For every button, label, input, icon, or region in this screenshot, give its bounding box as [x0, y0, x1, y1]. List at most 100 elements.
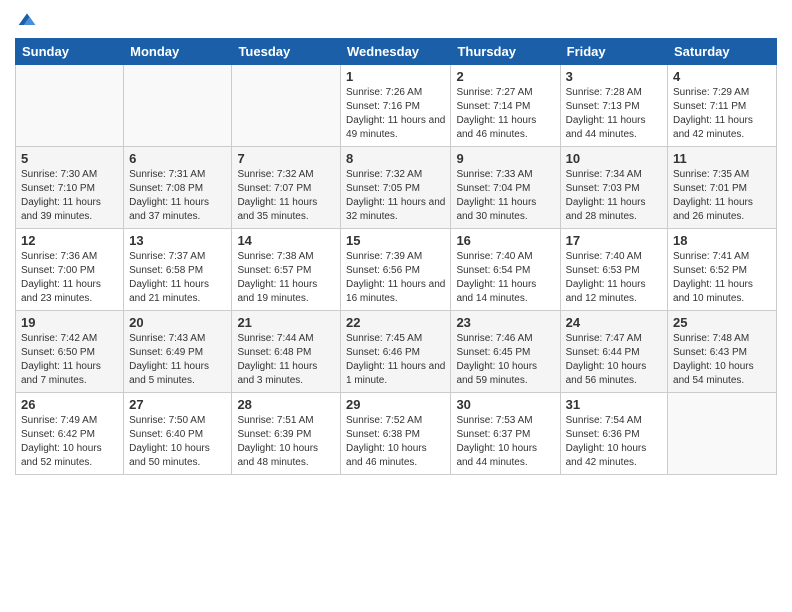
day-cell: 1Sunrise: 7:26 AM Sunset: 7:16 PM Daylig…: [341, 65, 451, 147]
day-number: 15: [346, 233, 445, 248]
day-cell: 25Sunrise: 7:48 AM Sunset: 6:43 PM Dayli…: [668, 311, 777, 393]
page: SundayMondayTuesdayWednesdayThursdayFrid…: [0, 0, 792, 612]
day-info: Sunrise: 7:47 AM Sunset: 6:44 PM Dayligh…: [566, 332, 662, 388]
day-cell: 28Sunrise: 7:51 AM Sunset: 6:39 PM Dayli…: [232, 393, 341, 475]
week-row-3: 12Sunrise: 7:36 AM Sunset: 7:00 PM Dayli…: [16, 229, 777, 311]
day-cell: 2 Sunrise: 7:27 AM Sunset: 7:14 PM Daylig…: [451, 65, 560, 147]
day-header-thursday: Thursday: [451, 39, 560, 65]
calendar-header-row: SundayMondayTuesdayWednesdayThursdayFrid…: [16, 39, 777, 65]
day-cell: 12Sunrise: 7:36 AM Sunset: 7:00 PM Dayli…: [16, 229, 124, 311]
day-info: Sunrise: 7:32 AM Sunset: 7:07 PM Dayligh…: [237, 168, 335, 224]
day-info: Sunrise: 7:40 AM Sunset: 6:53 PM Dayligh…: [566, 250, 662, 306]
day-cell: 15 Sunrise: 7:39 AM Sunset: 6:56 PM Dayli…: [341, 229, 451, 311]
day-cell: 22 Sunrise: 7:45 AM Sunset: 6:46 PM Dayli…: [341, 311, 451, 393]
week-row-2: 5Sunrise: 7:30 AM Sunset: 7:10 PM Daylig…: [16, 147, 777, 229]
day-cell: 13 Sunrise: 7:37 AM Sunset: 6:58 PM Dayli…: [124, 229, 232, 311]
day-cell: 16 Sunrise: 7:40 AM Sunset: 6:54 PM Dayli…: [451, 229, 560, 311]
day-info: Sunrise: 7:33 AM Sunset: 7:04 PM Dayligh…: [456, 168, 554, 224]
day-info: Sunrise: 7:29 AM Sunset: 7:11 PM Dayligh…: [673, 86, 771, 142]
day-cell: 11 Sunrise: 7:35 AM Sunset: 7:01 PM Dayli…: [668, 147, 777, 229]
logo-icon: [17, 10, 37, 30]
day-info: Sunrise: 7:50 AM Sunset: 6:40 PM Dayligh…: [129, 414, 226, 470]
day-number: 31: [566, 397, 662, 412]
day-info: Sunrise: 7:28 AM Sunset: 7:13 PM Dayligh…: [566, 86, 662, 142]
day-number: 2: [456, 69, 554, 84]
day-cell: 4 Sunrise: 7:29 AM Sunset: 7:11 PM Daylig…: [668, 65, 777, 147]
day-cell: 20 Sunrise: 7:43 AM Sunset: 6:49 PM Dayli…: [124, 311, 232, 393]
day-cell: [232, 65, 341, 147]
day-header-saturday: Saturday: [668, 39, 777, 65]
header: [15, 10, 777, 30]
day-cell: 21 Sunrise: 7:44 AM Sunset: 6:48 PM Dayli…: [232, 311, 341, 393]
day-cell: 8Sunrise: 7:32 AM Sunset: 7:05 PM Daylig…: [341, 147, 451, 229]
day-info: Sunrise: 7:34 AM Sunset: 7:03 PM Dayligh…: [566, 168, 662, 224]
day-cell: 31 Sunrise: 7:54 AM Sunset: 6:36 PM Dayli…: [560, 393, 667, 475]
day-info: Sunrise: 7:48 AM Sunset: 6:43 PM Dayligh…: [673, 332, 771, 388]
day-cell: 27 Sunrise: 7:50 AM Sunset: 6:40 PM Dayli…: [124, 393, 232, 475]
day-cell: 9Sunrise: 7:33 AM Sunset: 7:04 PM Daylig…: [451, 147, 560, 229]
day-info: Sunrise: 7:53 AM Sunset: 6:37 PM Dayligh…: [456, 414, 554, 470]
day-header-tuesday: Tuesday: [232, 39, 341, 65]
day-info: Sunrise: 7:35 AM Sunset: 7:01 PM Dayligh…: [673, 168, 771, 224]
week-row-1: 1Sunrise: 7:26 AM Sunset: 7:16 PM Daylig…: [16, 65, 777, 147]
day-number: 14: [237, 233, 335, 248]
day-cell: 6 Sunrise: 7:31 AM Sunset: 7:08 PM Daylig…: [124, 147, 232, 229]
day-number: 16: [456, 233, 554, 248]
week-row-4: 19 Sunrise: 7:42 AM Sunset: 6:50 PM Dayli…: [16, 311, 777, 393]
day-info: Sunrise: 7:42 AM Sunset: 6:50 PM Dayligh…: [21, 332, 118, 388]
day-header-friday: Friday: [560, 39, 667, 65]
day-cell: 18 Sunrise: 7:41 AM Sunset: 6:52 PM Dayli…: [668, 229, 777, 311]
day-cell: 26 Sunrise: 7:49 AM Sunset: 6:42 PM Dayli…: [16, 393, 124, 475]
day-number: 20: [129, 315, 226, 330]
day-number: 27: [129, 397, 226, 412]
day-number: 7: [237, 151, 335, 166]
day-number: 11: [673, 151, 771, 166]
day-number: 6: [129, 151, 226, 166]
day-cell: [668, 393, 777, 475]
day-number: 3: [566, 69, 662, 84]
day-number: 18: [673, 233, 771, 248]
day-cell: 23 Sunrise: 7:46 AM Sunset: 6:45 PM Dayli…: [451, 311, 560, 393]
day-number: 26: [21, 397, 118, 412]
day-info: Sunrise: 7:39 AM Sunset: 6:56 PM Dayligh…: [346, 250, 445, 306]
day-cell: [124, 65, 232, 147]
day-info: Sunrise: 7:54 AM Sunset: 6:36 PM Dayligh…: [566, 414, 662, 470]
day-header-sunday: Sunday: [16, 39, 124, 65]
day-number: 29: [346, 397, 445, 412]
day-number: 17: [566, 233, 662, 248]
day-header-monday: Monday: [124, 39, 232, 65]
day-cell: 5Sunrise: 7:30 AM Sunset: 7:10 PM Daylig…: [16, 147, 124, 229]
day-info: Sunrise: 7:37 AM Sunset: 6:58 PM Dayligh…: [129, 250, 226, 306]
day-info: Sunrise: 7:49 AM Sunset: 6:42 PM Dayligh…: [21, 414, 118, 470]
day-number: 4: [673, 69, 771, 84]
day-cell: 17 Sunrise: 7:40 AM Sunset: 6:53 PM Dayli…: [560, 229, 667, 311]
day-info: Sunrise: 7:40 AM Sunset: 6:54 PM Dayligh…: [456, 250, 554, 306]
day-number: 30: [456, 397, 554, 412]
day-info: Sunrise: 7:45 AM Sunset: 6:46 PM Dayligh…: [346, 332, 445, 388]
day-cell: 3 Sunrise: 7:28 AM Sunset: 7:13 PM Daylig…: [560, 65, 667, 147]
day-info: Sunrise: 7:51 AM Sunset: 6:39 PM Dayligh…: [237, 414, 335, 470]
day-number: 21: [237, 315, 335, 330]
day-info: Sunrise: 7:38 AM Sunset: 6:57 PM Dayligh…: [237, 250, 335, 306]
logo-text: [15, 10, 37, 30]
day-number: 12: [21, 233, 118, 248]
day-info: Sunrise: 7:44 AM Sunset: 6:48 PM Dayligh…: [237, 332, 335, 388]
week-row-5: 26 Sunrise: 7:49 AM Sunset: 6:42 PM Dayli…: [16, 393, 777, 475]
calendar: SundayMondayTuesdayWednesdayThursdayFrid…: [15, 38, 777, 475]
day-info: Sunrise: 7:41 AM Sunset: 6:52 PM Dayligh…: [673, 250, 771, 306]
day-number: 19: [21, 315, 118, 330]
day-info: Sunrise: 7:31 AM Sunset: 7:08 PM Dayligh…: [129, 168, 226, 224]
day-info: Sunrise: 7:46 AM Sunset: 6:45 PM Dayligh…: [456, 332, 554, 388]
day-number: 22: [346, 315, 445, 330]
day-cell: 29Sunrise: 7:52 AM Sunset: 6:38 PM Dayli…: [341, 393, 451, 475]
day-number: 23: [456, 315, 554, 330]
day-info: Sunrise: 7:43 AM Sunset: 6:49 PM Dayligh…: [129, 332, 226, 388]
day-cell: 10Sunrise: 7:34 AM Sunset: 7:03 PM Dayli…: [560, 147, 667, 229]
day-cell: 30 Sunrise: 7:53 AM Sunset: 6:37 PM Dayli…: [451, 393, 560, 475]
day-cell: 14 Sunrise: 7:38 AM Sunset: 6:57 PM Dayli…: [232, 229, 341, 311]
day-cell: 7 Sunrise: 7:32 AM Sunset: 7:07 PM Daylig…: [232, 147, 341, 229]
day-info: Sunrise: 7:27 AM Sunset: 7:14 PM Dayligh…: [456, 86, 554, 142]
day-info: Sunrise: 7:26 AM Sunset: 7:16 PM Dayligh…: [346, 86, 445, 142]
day-number: 13: [129, 233, 226, 248]
day-cell: 24Sunrise: 7:47 AM Sunset: 6:44 PM Dayli…: [560, 311, 667, 393]
